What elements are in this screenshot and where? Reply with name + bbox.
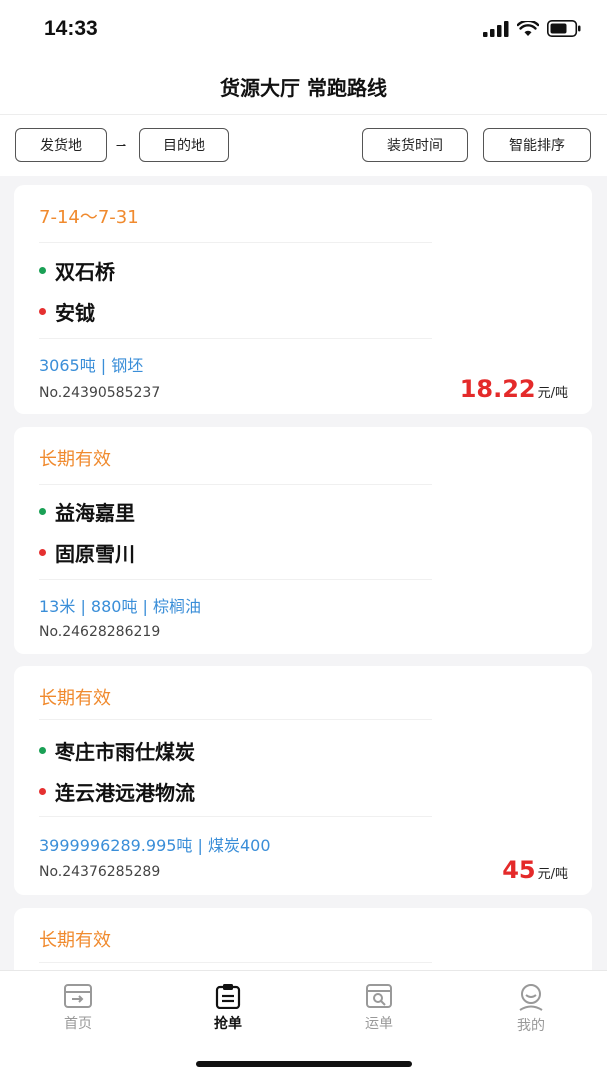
tab-profile[interactable]: 我的: [491, 983, 571, 1035]
destination-place: 安钺: [39, 297, 95, 326]
cargo-card[interactable]: 长期有效 益海嘉里 固原雪川 13米 | 880吨 | 棕榈油 No.24628…: [14, 427, 592, 654]
clipboard-icon: [215, 984, 241, 1009]
validity-date: 长期有效: [39, 449, 111, 470]
divider: [39, 484, 432, 485]
origin-label: 双石桥: [55, 260, 115, 284]
tab-home[interactable]: 首页: [38, 983, 118, 1033]
price: 45 元/吨: [502, 856, 568, 884]
origin-label: 枣庄市雨仕煤炭: [55, 740, 195, 764]
validity-date: 长期有效: [39, 688, 111, 709]
cargo-spec: 3065吨 | 钢坯: [39, 356, 144, 375]
load-time-filter-button[interactable]: 装货时间: [362, 128, 468, 162]
price-unit: 元/吨: [537, 867, 568, 882]
tab-label: 我的: [517, 1018, 545, 1034]
tab-label: 抢单: [214, 1016, 242, 1032]
tab-label: 运单: [365, 1016, 393, 1032]
origin-place: 双石桥: [39, 256, 115, 285]
status-bar: 14:33: [0, 0, 607, 58]
divider: [39, 579, 432, 580]
nav-bar: 货源大厅 常跑路线: [0, 58, 607, 114]
price-value: 18.22: [459, 375, 536, 403]
origin-dot-icon: [39, 508, 46, 515]
origin-place: 益海嘉里: [39, 497, 135, 526]
cargo-spec: 13米 | 880吨 | 棕榈油: [39, 597, 202, 616]
signal-icon: [483, 20, 509, 37]
destination-filter-button[interactable]: 目的地: [139, 128, 229, 162]
origin-label: 益海嘉里: [55, 501, 135, 525]
filter-bar: 发货地 目的地 装货时间 智能排序: [0, 114, 607, 176]
divider: [39, 816, 432, 817]
destination-dot-icon: [39, 549, 46, 556]
tab-waybill[interactable]: 运单: [339, 983, 419, 1033]
origin-filter-button[interactable]: 发货地: [15, 128, 107, 162]
divider: [39, 719, 432, 720]
origin-dot-icon: [39, 267, 46, 274]
route-arrow-icon: [116, 144, 126, 146]
page-title: 货源大厅 常跑路线: [220, 76, 387, 100]
profile-icon: [519, 984, 543, 1011]
order-number: No.24376285289: [39, 864, 161, 880]
origin-dot-icon: [39, 747, 46, 754]
order-number: No.24390585237: [39, 385, 161, 401]
price-unit: 元/吨: [537, 386, 568, 401]
destination-place: 连云港远港物流: [39, 777, 195, 806]
waybill-icon: [366, 984, 392, 1008]
origin-place: 枣庄市雨仕煤炭: [39, 736, 195, 765]
cargo-spec: 3999996289.995吨 | 煤炭400: [39, 836, 271, 855]
divider: [39, 962, 432, 963]
divider: [39, 338, 432, 339]
smart-sort-button[interactable]: 智能排序: [483, 128, 591, 162]
tab-label: 首页: [64, 1016, 92, 1032]
validity-date: 7-14～7-31: [39, 207, 139, 228]
divider: [39, 242, 432, 243]
destination-label: 连云港远港物流: [55, 781, 195, 805]
status-time: 14:33: [44, 17, 98, 40]
battery-icon: [547, 20, 581, 37]
destination-dot-icon: [39, 788, 46, 795]
destination-place: 固原雪川: [39, 538, 135, 567]
status-icons: [483, 20, 581, 37]
destination-dot-icon: [39, 308, 46, 315]
tab-grab-order[interactable]: 抢单: [188, 983, 268, 1033]
cargo-card[interactable]: 长期有效 枣庄市雨仕煤炭 连云港远港物流 3999996289.995吨 | 煤…: [14, 666, 592, 895]
wifi-icon: [517, 20, 539, 36]
home-icon: [64, 984, 92, 1008]
order-number: No.24628286219: [39, 624, 161, 640]
price: 18.22 元/吨: [460, 375, 568, 403]
destination-label: 安钺: [55, 301, 95, 325]
home-indicator[interactable]: [196, 1061, 412, 1067]
price-value: 45: [502, 856, 536, 884]
validity-date: 长期有效: [39, 930, 111, 951]
cargo-card[interactable]: 7-14～7-31 双石桥 安钺 3065吨 | 钢坯 No.243905852…: [14, 185, 592, 414]
destination-label: 固原雪川: [55, 542, 135, 566]
